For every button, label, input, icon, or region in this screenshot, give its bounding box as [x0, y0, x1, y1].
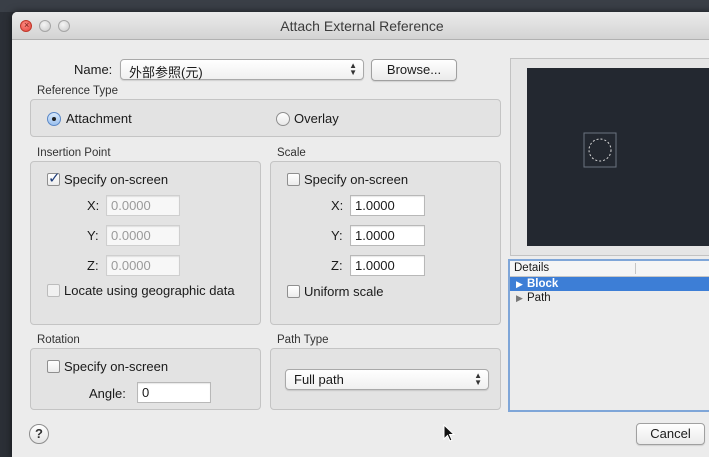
overlay-radio[interactable] — [276, 112, 290, 126]
block-preview-icon — [583, 132, 617, 168]
insertion-point-label: Insertion Point — [37, 147, 111, 159]
rotation-specify-label: Specify on-screen — [64, 359, 169, 374]
attachment-label: Attachment — [66, 111, 132, 126]
scale-x-label: X: — [331, 198, 344, 213]
column-divider — [635, 263, 636, 274]
help-button[interactable]: ? — [29, 424, 49, 444]
details-header-label: Details — [514, 262, 550, 274]
updown-arrows-icon: ▲ ▼ — [474, 371, 482, 387]
title-bar: × Attach External Reference — [12, 12, 709, 40]
rotation-group: Specify on-screen Angle: 0 — [30, 348, 261, 410]
geo-data-label: Locate using geographic data — [64, 283, 235, 298]
details-row-path-label: Path — [527, 292, 551, 304]
details-row-block-label: Block — [527, 278, 559, 290]
scale-y-label: Y: — [331, 228, 343, 243]
browse-button[interactable]: Browse... — [371, 59, 457, 81]
insertion-specify-checkbox[interactable] — [47, 169, 61, 187]
scale-specify-checkbox[interactable] — [287, 173, 300, 186]
angle-field[interactable]: 0 — [137, 382, 211, 403]
window-title: Attach External Reference — [280, 18, 444, 34]
path-type-group: Full path ▲ ▼ — [270, 348, 501, 410]
scale-z-label: Z: — [331, 258, 343, 273]
details-row-block[interactable]: ▶ Block — [510, 277, 709, 291]
disclosure-triangle-icon: ▶ — [516, 279, 523, 289]
preview-canvas — [527, 68, 709, 246]
preview-panel — [510, 58, 709, 256]
geo-data-checkbox[interactable] — [47, 284, 60, 297]
scale-specify-label: Specify on-screen — [304, 172, 409, 187]
path-type-value: Full path — [294, 372, 344, 387]
updown-arrows-icon: ▲ ▼ — [349, 61, 357, 77]
scale-x-field[interactable]: 1.0000 — [350, 195, 425, 216]
attachment-radio[interactable] — [47, 112, 61, 126]
path-type-label: Path Type — [277, 334, 329, 346]
overlay-label: Overlay — [294, 111, 339, 126]
insertion-y-label: Y: — [87, 228, 99, 243]
details-row-path[interactable]: ▶ Path — [510, 291, 709, 305]
insertion-x-label: X: — [87, 198, 100, 213]
details-panel: Details ▶ Block ▶ Path — [508, 259, 709, 412]
angle-label: Angle: — [89, 386, 126, 401]
cancel-button[interactable]: Cancel — [636, 423, 705, 445]
uniform-scale-checkbox[interactable] — [287, 285, 300, 298]
name-label: Name: — [74, 62, 113, 77]
insertion-x-field[interactable]: 0.0000 — [106, 195, 180, 216]
reference-type-group: Attachment Overlay — [30, 99, 501, 137]
scale-group: Specify on-screen X: 1.0000 Y: 1.0000 Z:… — [270, 161, 501, 325]
path-type-select[interactable]: Full path ▲ ▼ — [285, 369, 489, 390]
name-select-value: 外部参照(元) — [129, 65, 203, 80]
reference-type-label: Reference Type — [37, 85, 118, 97]
mouse-pointer-icon — [443, 424, 456, 442]
disclosure-triangle-icon: ▶ — [516, 293, 523, 303]
rotation-specify-checkbox[interactable] — [47, 360, 60, 373]
insertion-y-field[interactable]: 0.0000 — [106, 225, 180, 246]
scale-z-field[interactable]: 1.0000 — [350, 255, 425, 276]
uniform-scale-label: Uniform scale — [304, 284, 384, 299]
details-header: Details — [510, 261, 709, 277]
attach-xref-dialog: × Attach External Reference Name: 外部参照(元… — [12, 12, 709, 457]
insertion-z-field[interactable]: 0.0000 — [106, 255, 180, 276]
rotation-label: Rotation — [37, 334, 80, 346]
scale-y-field[interactable]: 1.0000 — [350, 225, 425, 246]
insertion-point-group: Specify on-screen X: 0.0000 Y: 0.0000 Z:… — [30, 161, 261, 325]
name-select[interactable]: 外部参照(元) ▲ ▼ — [120, 59, 364, 80]
insertion-specify-label: Specify on-screen — [64, 172, 169, 187]
scale-label: Scale — [277, 147, 306, 159]
insertion-z-label: Z: — [87, 258, 99, 273]
